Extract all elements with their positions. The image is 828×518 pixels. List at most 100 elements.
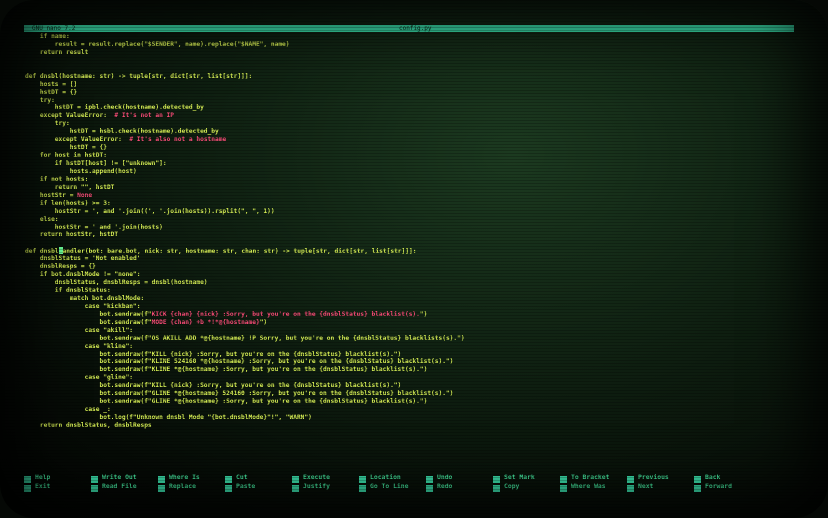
shortcut-4-2[interactable]: ^J Justify xyxy=(292,482,330,492)
code-line: bot.sendraw(f"MODE {chan} +b *!*@{hostna… xyxy=(25,319,805,327)
code-segment: case "gline": xyxy=(25,374,134,382)
code-segment: match bot.dnsblMode: xyxy=(25,294,145,302)
code-segment: ") xyxy=(419,310,428,318)
code-line: return result xyxy=(25,49,805,57)
shortcut-1-2[interactable]: ^R Read File xyxy=(91,482,137,492)
code-segment: except ValueError: xyxy=(25,136,130,144)
code-line: else: xyxy=(25,216,805,224)
shortcut-label: Previous xyxy=(638,473,669,481)
shortcut-label: To Bracket xyxy=(571,473,610,481)
shortcut-key: ^J xyxy=(292,485,299,492)
code-line: try: xyxy=(25,120,805,128)
shortcut-9-2[interactable]: ^W Next xyxy=(627,482,653,492)
code-segment: if bot.dnsblMode != "none": xyxy=(25,271,141,279)
code-line: hstDT = {} xyxy=(25,89,805,97)
code-line: dnsblStatus = 'Not enabled' xyxy=(25,255,805,263)
code-segment: bot.sendraw(f"KILL {nick} :Sorry, but yo… xyxy=(25,382,402,390)
code-segment: hosts = [] xyxy=(25,80,78,88)
code-segment: hosts.append(host) xyxy=(25,167,137,175)
code-line: bot.sendraw(f"GLINE *@{hostname} 524160 … xyxy=(25,390,805,398)
code-line: bot.log(f"Unknown dnsbl Mode "{bot.dnsbl… xyxy=(25,414,805,422)
code-string: MODE {chan} +b *!*@{hostname} xyxy=(151,318,260,326)
code-line: hostStr = None xyxy=(25,192,805,200)
code-line: hstDT = ipbl.check(hostname).detected_by xyxy=(25,104,805,112)
code-segment: hostStr = xyxy=(25,191,78,199)
shortcut-key: ^R xyxy=(91,485,98,492)
shortcut-0-2[interactable]: ^X Exit xyxy=(24,482,50,492)
code-segment: dnsblStatus = 'Not enabled' xyxy=(25,255,141,263)
code-segment: except ValueError: xyxy=(25,112,115,120)
code-segment: case "kline": xyxy=(25,342,134,350)
editor-version: GNU nano 7.2 xyxy=(32,25,76,32)
code-line: case "kickban": xyxy=(25,303,805,311)
code-segment: if len(hosts) >= 3: xyxy=(25,199,111,207)
shortcut-label: Justify xyxy=(303,482,330,490)
code-segment: bot.sendraw(f" xyxy=(25,318,152,326)
shortcut-label: Forward xyxy=(705,482,732,490)
shortcut-2-2[interactable]: ^\ Replace xyxy=(158,482,196,492)
code-line: hstDT = {} xyxy=(25,144,805,152)
code-line: if len(hosts) >= 3: xyxy=(25,200,805,208)
code-line: hostStr = ', and '.join((', '.join(hosts… xyxy=(25,208,805,216)
shortcut-label: Back xyxy=(705,473,721,481)
shortcut-key: ^Q xyxy=(560,485,567,492)
shortcut-label: Next xyxy=(638,482,654,490)
code-segment: andler(bot: bare.bot, nick: str, hostnam… xyxy=(62,248,417,256)
code-segment: dnsblStatus, dnsblResps = dnsbl(hostname… xyxy=(25,279,208,287)
code-line: bot.sendraw(f"KILL {nick} :Sorry, but yo… xyxy=(25,382,805,390)
code-segment: bot.sendraw(f"GLINE *@{hostname} :Sorry,… xyxy=(25,398,428,406)
shortcut-8-2[interactable]: ^Q Where Was xyxy=(560,482,606,492)
code-segment: hstDT = hsbl.check(hostname).detected_by xyxy=(25,128,219,136)
code-line: except ValueError: # It's not an IP xyxy=(25,112,805,120)
code-segment: bot.sendraw(f"OS AKILL ADD *@{hostname} … xyxy=(25,334,465,342)
shortcut-7-2[interactable]: M-6 Copy xyxy=(493,482,519,492)
shortcut-10-2[interactable]: ^F Forward xyxy=(694,482,732,492)
code-segment: hostStr = ' and '.join(hosts) xyxy=(25,223,163,231)
shortcut-3-2[interactable]: ^U Paste xyxy=(225,482,255,492)
code-segment: for host in hstDT: xyxy=(25,152,107,160)
file-name: config.py xyxy=(399,25,432,32)
code-segment: try: xyxy=(25,120,70,128)
shortcut-key: ^W xyxy=(627,485,634,492)
shortcut-label: Set Mark xyxy=(504,473,535,481)
shortcut-6-2[interactable]: M-E Redo xyxy=(426,482,452,492)
code-segment: bot.sendraw(f"KLINE *@{hostname} :Sorry,… xyxy=(25,366,428,374)
code-line: hstDT = hsbl.check(hostname).detected_by xyxy=(25,128,805,136)
code-line: return hostStr, hstDT xyxy=(25,231,805,239)
shortcut-label: Exit xyxy=(35,482,51,490)
code-line: match bot.dnsblMode: xyxy=(25,295,805,303)
shortcut-label: Undo xyxy=(437,473,453,481)
shortcut-label: Write Out xyxy=(102,473,137,481)
code-segment: bot.log(f"Unknown dnsbl Mode "{bot.dnsbl… xyxy=(25,414,312,421)
shortcut-5-2[interactable]: ^/ Go To Line xyxy=(359,482,408,492)
shortcut-label: Execute xyxy=(303,473,330,481)
code-line: bot.sendraw(f"KICK {chan} {nick} :Sorry,… xyxy=(25,311,805,319)
code-segment: if name: xyxy=(25,33,70,40)
code-line: bot.sendraw(f"KLINE *@{hostname} :Sorry,… xyxy=(25,366,805,374)
code-segment: else: xyxy=(25,215,59,223)
code-segment: case "kickban": xyxy=(25,302,141,310)
code-segment: result = result.replace("$SENDER", name)… xyxy=(25,40,290,48)
shortcut-label: Location xyxy=(370,473,401,481)
code-segment: bot.sendraw(f" xyxy=(25,310,152,318)
code-segment: hstDT = ipbl.check(hostname).detected_by xyxy=(25,104,204,112)
code-line: if bot.dnsblMode != "none": xyxy=(25,271,805,279)
code-line: for host in hstDT: xyxy=(25,152,805,160)
shortcut-label: Go To Line xyxy=(370,482,409,490)
code-editor-area[interactable]: if name: result = result.replace("$SENDE… xyxy=(25,33,805,430)
shortcut-label: Where Was xyxy=(571,482,606,490)
shortcut-bar: ^GHelp^XExit^OWrite Out^RRead File^WWher… xyxy=(24,473,814,493)
shortcut-key: ^U xyxy=(225,485,232,492)
code-line: hosts.append(host) xyxy=(25,168,805,176)
code-comment: # It's also not a hostname xyxy=(129,136,227,144)
code-line: return "", hstDT xyxy=(25,184,805,192)
code-line: case "kline": xyxy=(25,343,805,351)
shortcut-label: Where Is xyxy=(169,473,200,481)
code-segment: case "akill": xyxy=(25,326,134,334)
code-segment: bot.sendraw(f"KLINE 524160 *@{hostname} … xyxy=(25,358,454,366)
code-segment: hstDT = {} xyxy=(25,144,107,152)
code-segment: hstDT = {} xyxy=(25,88,78,96)
shortcut-key: ^/ xyxy=(359,485,366,492)
